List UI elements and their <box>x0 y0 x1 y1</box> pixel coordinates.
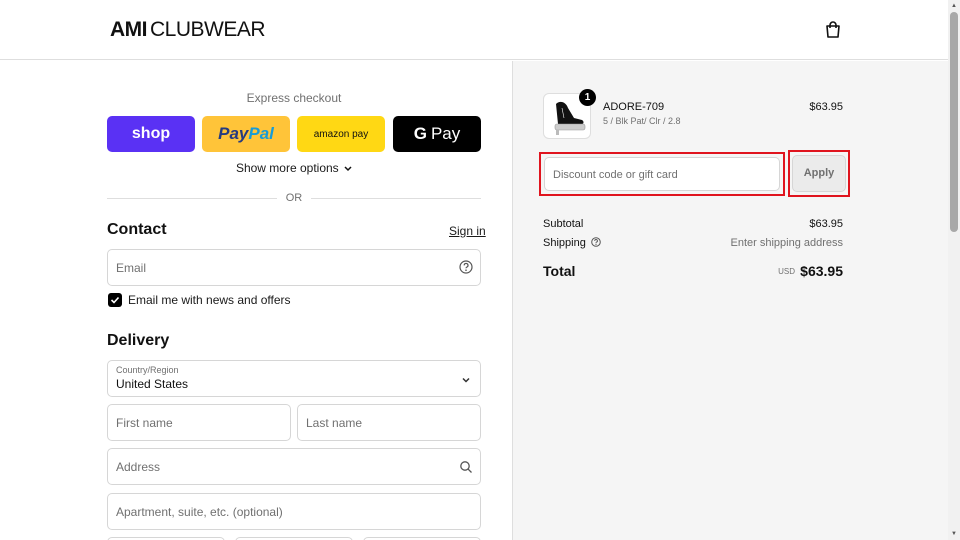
paypal-label-a: Pay <box>218 124 249 143</box>
apply-highlight: Apply <box>788 150 850 197</box>
subtotal-value: $63.95 <box>809 218 843 230</box>
apartment-placeholder: Apartment, suite, etc. (optional) <box>116 505 283 519</box>
or-divider: OR <box>107 191 481 205</box>
header: AMI CLUBWEAR <box>0 0 948 60</box>
last-name-placeholder: Last name <box>306 416 363 430</box>
amazon-pay-button[interactable]: amazon pay <box>297 116 385 152</box>
logo-light: CLUBWEAR <box>150 18 266 41</box>
scroll-up-arrow-icon[interactable]: ▲ <box>950 2 958 10</box>
paypal-button[interactable]: Pay Pal <box>202 116 290 152</box>
logo-bold: AMI <box>110 18 148 41</box>
product-variant: 5 / Blk Pat/ Clr / 2.8 <box>603 116 681 126</box>
help-icon[interactable] <box>591 237 601 247</box>
discount-highlight: Discount code or gift card <box>539 152 785 196</box>
product-price: $63.95 <box>809 101 843 113</box>
google-g-icon: G <box>413 124 427 143</box>
contact-heading: Contact <box>107 221 167 238</box>
scroll-down-arrow-icon[interactable]: ▼ <box>950 530 958 538</box>
search-icon <box>460 461 472 473</box>
shipping-label: Shipping <box>543 237 586 249</box>
shipping-value: Enter shipping address <box>730 237 843 249</box>
chevron-down-icon <box>344 166 352 171</box>
discount-code-input[interactable]: Discount code or gift card <box>544 157 780 191</box>
google-pay-button[interactable]: G Pay <box>393 116 481 152</box>
scrollbar-thumb[interactable] <box>950 12 958 232</box>
total-value: $63.95 <box>800 263 843 279</box>
address-placeholder: Address <box>116 460 161 474</box>
last-name-field[interactable]: Last name <box>297 404 481 441</box>
email-field[interactable]: Email <box>107 249 481 286</box>
shop-pay-button[interactable]: shop <box>107 116 195 152</box>
country-select[interactable]: Country/Region United States <box>107 360 481 397</box>
shop-pay-label: shop <box>131 125 171 142</box>
show-more-options-label: Show more options <box>235 161 339 175</box>
brand-logo[interactable]: AMI CLUBWEAR <box>110 18 266 42</box>
country-label: Country/Region <box>116 365 179 375</box>
first-name-placeholder: First name <box>116 416 173 430</box>
express-checkout-title: Express checkout <box>246 91 342 105</box>
paypal-label-b: Pal <box>248 124 274 143</box>
chevron-down-icon <box>462 377 470 383</box>
email-placeholder: Email <box>116 261 147 275</box>
page-scrollbar[interactable]: ▲ ▼ <box>948 0 960 540</box>
checkout-form-panel: Express checkout shop Pay Pal amazon pay … <box>0 61 512 540</box>
google-pay-label: Pay <box>430 124 461 143</box>
discount-placeholder: Discount code or gift card <box>553 169 678 181</box>
quantity-badge: 1 <box>579 89 596 106</box>
order-summary-panel: 1 ADORE-709 5 / Blk Pat/ Clr / 2.8 $63.9… <box>512 61 948 540</box>
or-label: OR <box>285 192 303 204</box>
delivery-heading: Delivery <box>107 332 170 349</box>
subtotal-label: Subtotal <box>543 218 584 230</box>
checkmark-icon <box>110 296 120 304</box>
total-currency: USD <box>778 267 795 276</box>
amazon-pay-label: amazon pay <box>313 128 369 140</box>
show-more-options-button[interactable]: Show more options <box>107 161 481 175</box>
first-name-field[interactable]: First name <box>107 404 291 441</box>
newsletter-label: Email me with news and offers <box>128 293 291 307</box>
total-label: Total <box>543 263 576 279</box>
apartment-field[interactable]: Apartment, suite, etc. (optional) <box>107 493 481 530</box>
sign-in-link[interactable]: Sign in <box>449 224 486 238</box>
address-field[interactable]: Address <box>107 448 481 485</box>
apply-button[interactable]: Apply <box>792 155 846 192</box>
help-icon[interactable] <box>459 260 473 274</box>
country-value: United States <box>116 377 189 391</box>
product-name: ADORE-709 <box>603 101 665 113</box>
shipping-label-row: Shipping <box>543 237 601 249</box>
newsletter-checkbox[interactable] <box>108 293 122 307</box>
shopping-bag-icon[interactable] <box>823 20 843 40</box>
